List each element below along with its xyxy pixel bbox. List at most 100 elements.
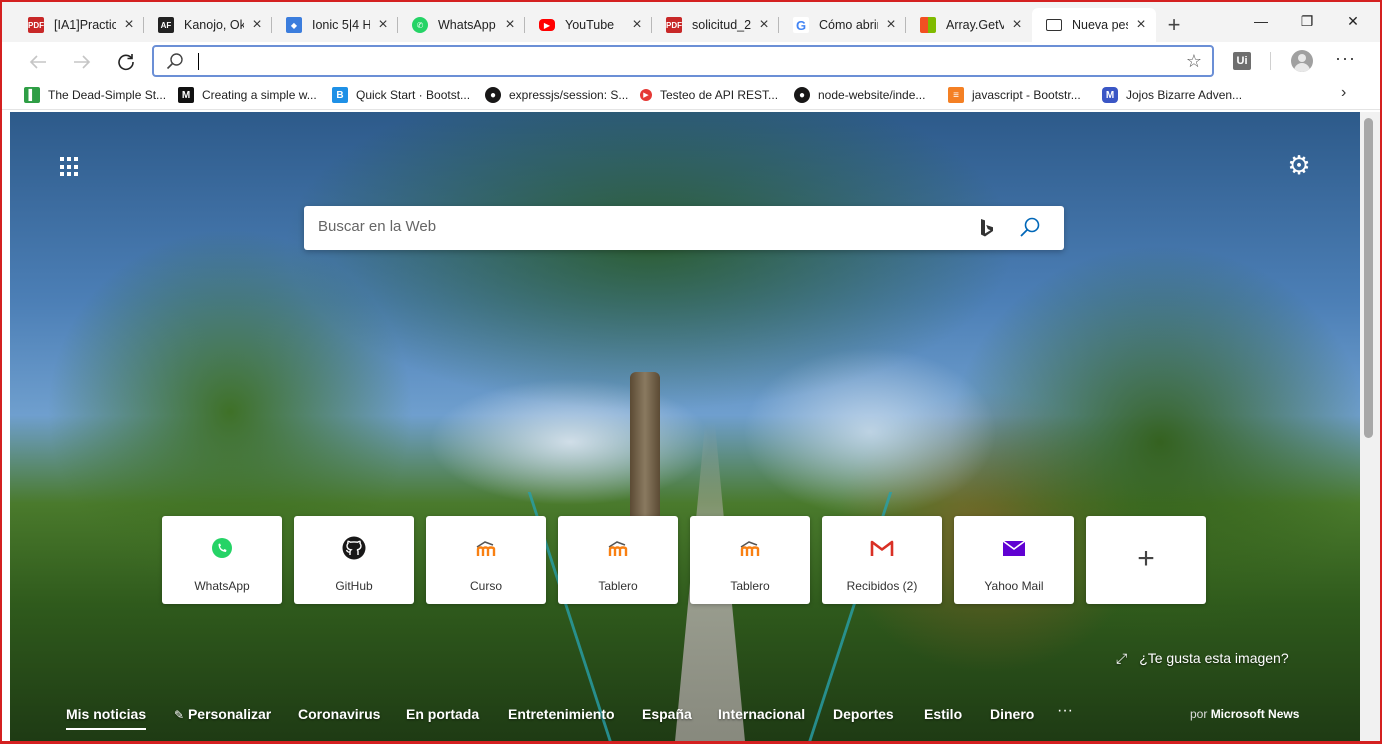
news-tab-en-portada[interactable]: En portada [406, 706, 479, 722]
search-icon[interactable] [1018, 216, 1042, 240]
news-tab-espana[interactable]: España [642, 706, 692, 722]
close-window-button[interactable]: ✕ [1331, 8, 1375, 34]
news-provider[interactable]: por Microsoft News [1190, 707, 1299, 721]
restore-button[interactable]: ❐ [1285, 8, 1329, 34]
quick-link-tile[interactable]: Recibidos (2) [822, 516, 942, 604]
moodle-icon [606, 536, 630, 560]
gear-icon[interactable]: ⚙ [1286, 152, 1312, 178]
tile-label: Recibidos (2) [846, 579, 918, 593]
settings-menu-button[interactable]: ··· [1335, 48, 1356, 69]
tab[interactable]: ▶ YouTube × [525, 8, 652, 42]
bookmark-item[interactable]: ● expressjs/session: S... [485, 85, 628, 105]
news-tab-label: Personalizar [187, 706, 272, 722]
refresh-icon [118, 54, 134, 71]
bookmark-label: Testeo de API REST... [660, 88, 779, 102]
quick-link-tile[interactable]: WhatsApp [162, 516, 282, 604]
bookmark-item[interactable]: ≡ javascript - Bootstr... [948, 85, 1081, 105]
tab[interactable]: ✆ WhatsApp × [398, 8, 525, 42]
forward-arrow-icon [74, 55, 91, 69]
provider-prefix: por [1190, 707, 1208, 721]
github-icon: ● [485, 87, 501, 103]
whatsapp-icon: ✆ [412, 17, 428, 33]
scrollbar-thumb[interactable] [1364, 118, 1373, 438]
app-launcher-icon[interactable] [60, 157, 80, 177]
bookmark-item[interactable]: M Creating a simple w... [178, 85, 317, 105]
tab-title: WhatsApp [438, 18, 496, 32]
bing-icon[interactable] [980, 218, 994, 238]
tab[interactable]: AF Kanojo, Ok × [144, 8, 272, 42]
bookmark-item[interactable]: ▌ The Dead-Simple St... [24, 85, 166, 105]
close-tab-icon[interactable]: × [1010, 16, 1024, 33]
whatsapp-icon [210, 536, 234, 560]
provider-name: Microsoft News [1210, 707, 1300, 721]
close-tab-icon[interactable]: × [250, 16, 264, 33]
like-image-link[interactable]: ⤢ ¿Te gusta esta imagen? [1116, 650, 1289, 667]
bookmark-label: Creating a simple w... [202, 88, 317, 102]
more-news-tabs-button[interactable]: ··· [1057, 702, 1073, 720]
news-tab-entretenimiento[interactable]: Entretenimiento [508, 706, 615, 722]
quick-link-tile[interactable]: Yahoo Mail [954, 516, 1074, 604]
like-image-label: ¿Te gusta esta imagen? [1139, 650, 1289, 666]
bookmark-label: Jojos Bizarre Adven... [1126, 88, 1243, 102]
quick-link-tile[interactable]: Curso [426, 516, 546, 604]
news-tab-coronavirus[interactable]: Coronavirus [298, 706, 380, 722]
minimize-button[interactable]: — [1239, 8, 1283, 34]
bookmark-item[interactable]: ▶ Testeo de API REST... [640, 85, 778, 105]
tile-label: Tablero [730, 579, 770, 593]
quick-link-tile[interactable]: Tablero [558, 516, 678, 604]
refresh-button[interactable] [112, 48, 140, 76]
news-tab-dinero[interactable]: Dinero [990, 706, 1034, 722]
close-tab-icon[interactable]: × [757, 16, 771, 33]
tab[interactable]: G Cómo abrir × [779, 8, 906, 42]
tab[interactable]: Array.GetVa × [906, 8, 1032, 42]
toolbar: ☆ Ui ··· [2, 42, 1380, 80]
close-tab-icon[interactable]: × [630, 16, 644, 33]
bookmark-item[interactable]: B Quick Start · Bootst... [332, 85, 470, 105]
tab[interactable]: PDF solicitud_20 × [652, 8, 779, 42]
page-scrollbar[interactable] [1360, 112, 1380, 741]
bookmark-item[interactable]: M Jojos Bizarre Adven... [1102, 85, 1242, 105]
tile-label: WhatsApp [194, 579, 250, 593]
news-tab-mis-noticias[interactable]: Mis noticias [66, 706, 147, 730]
web-search-box [304, 206, 1064, 250]
close-tab-icon[interactable]: × [376, 16, 390, 33]
new-tab-button[interactable]: + [1162, 14, 1186, 38]
extension-ui-icon[interactable]: Ui [1233, 52, 1251, 70]
close-tab-icon[interactable]: × [884, 16, 898, 33]
address-bar[interactable]: ☆ [152, 45, 1214, 77]
yahoo-mail-icon [1002, 536, 1026, 560]
news-tab-internacional[interactable]: Internacional [718, 706, 805, 722]
bookmark-item[interactable]: ● node-website/inde... [794, 85, 925, 105]
news-tab-deportes[interactable]: Deportes [833, 706, 894, 722]
news-tab-personalizar[interactable]: ✎ Personalizar [174, 706, 271, 722]
postman-icon: ▶ [640, 89, 652, 101]
chevron-right-icon[interactable]: › [1341, 84, 1346, 102]
tab[interactable]: PDF [IA1]Practic × [14, 8, 144, 42]
add-quick-link-tile[interactable]: + [1086, 516, 1206, 604]
quick-link-tile[interactable]: GitHub [294, 516, 414, 604]
google-icon: G [793, 17, 809, 33]
bookmarks-bar: ▌ The Dead-Simple St... M Creating a sim… [2, 80, 1380, 110]
tab[interactable]: ◆ Ionic 5|4 Ht × [272, 8, 398, 42]
search-icon [166, 53, 183, 70]
bootstrap-icon: B [332, 87, 348, 103]
youtube-icon: ▶ [539, 19, 555, 31]
tab-title: Ionic 5|4 Ht [312, 18, 370, 32]
back-button[interactable] [24, 48, 52, 76]
quick-link-tile[interactable]: Tablero [690, 516, 810, 604]
forward-button[interactable] [68, 48, 96, 76]
close-tab-icon[interactable]: × [503, 16, 517, 33]
tab-title: Array.GetVa [946, 18, 1004, 32]
news-tab-estilo[interactable]: Estilo [924, 706, 962, 722]
tile-label: GitHub [335, 579, 373, 593]
plus-icon: + [1137, 542, 1155, 575]
tab-active[interactable]: Nueva pest × [1032, 8, 1156, 42]
pdf-icon: PDF [666, 17, 682, 33]
profile-avatar[interactable] [1291, 50, 1313, 72]
web-search-input[interactable] [318, 218, 938, 235]
close-tab-icon[interactable]: × [1134, 16, 1148, 33]
close-tab-icon[interactable]: × [122, 16, 136, 33]
tab-title: Nueva pest [1072, 18, 1128, 32]
tab-title: [IA1]Practic [54, 18, 116, 32]
favorite-star-icon[interactable]: ☆ [1186, 51, 1202, 72]
